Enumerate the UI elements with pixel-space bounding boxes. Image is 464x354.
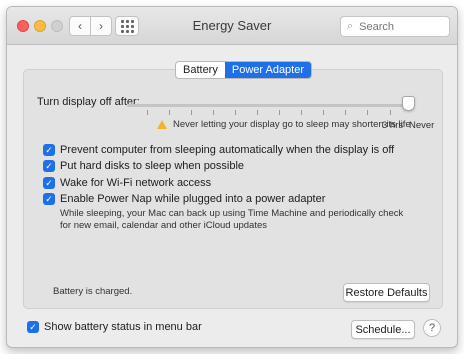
slider-tick <box>191 110 192 115</box>
slider-knob[interactable] <box>402 96 415 111</box>
slider-tick <box>390 110 391 115</box>
display-sleep-slider[interactable] <box>127 104 411 107</box>
power-nap-option[interactable]: ✓ Enable Power Nap while plugged into a … <box>43 193 325 205</box>
restore-defaults-button[interactable]: Restore Defaults <box>343 283 430 302</box>
slider-mark-3hrs: 3 hrs <box>382 120 404 131</box>
schedule-button[interactable]: Schedule... <box>351 320 415 339</box>
power-nap-description: While sleeping, your Mac can back up usi… <box>60 208 404 231</box>
disk-sleep-label: Put hard disks to sleep when possible <box>60 160 245 172</box>
slider-tick <box>301 110 302 115</box>
disk-sleep-option[interactable]: ✓ Put hard disks to sleep when possible <box>43 160 244 172</box>
warning-icon <box>157 120 167 129</box>
sleep-warning: Never letting your display go to sleep m… <box>157 119 411 130</box>
wake-wifi-option[interactable]: ✓ Wake for Wi-Fi network access <box>43 177 211 189</box>
help-button[interactable]: ? <box>423 319 441 337</box>
checkbox-checked-icon[interactable]: ✓ <box>43 193 55 205</box>
slider-tick <box>147 110 148 115</box>
checkbox-checked-icon[interactable]: ✓ <box>43 160 55 172</box>
battery-status-text: Battery is charged. <box>53 286 133 297</box>
prevent-sleep-label: Prevent computer from sleeping automatic… <box>60 144 395 156</box>
tab-battery[interactable]: Battery <box>176 62 225 78</box>
wake-wifi-label: Wake for Wi-Fi network access <box>60 177 212 189</box>
title-bar: ‹ › Energy Saver ⌕ <box>7 7 457 45</box>
slider-tick <box>323 110 324 115</box>
warning-text: Never letting your display go to sleep m… <box>173 119 411 130</box>
show-battery-status-option[interactable]: ✓ Show battery status in menu bar <box>27 321 202 333</box>
search-icon: ⌕ <box>347 20 354 32</box>
checkbox-checked-icon[interactable]: ✓ <box>27 321 39 333</box>
slider-tick <box>169 110 170 115</box>
power-nap-label: Enable Power Nap while plugged into a po… <box>60 193 326 205</box>
prevent-sleep-option[interactable]: ✓ Prevent computer from sleeping automat… <box>43 144 394 156</box>
tab-power-adapter[interactable]: Power Adapter <box>224 62 312 78</box>
search-field[interactable]: ⌕ <box>340 16 450 37</box>
slider-tick <box>213 110 214 115</box>
checkbox-checked-icon[interactable]: ✓ <box>43 144 55 156</box>
slider-tick <box>367 110 368 115</box>
energy-saver-window: ‹ › Energy Saver ⌕ Battery Power Adapter… <box>6 6 458 348</box>
display-sleep-label: Turn display off after: <box>37 96 140 108</box>
search-input[interactable] <box>357 19 438 34</box>
slider-tick <box>345 110 346 115</box>
checkbox-checked-icon[interactable]: ✓ <box>43 177 55 189</box>
slider-tick <box>279 110 280 115</box>
slider-tick <box>235 110 236 115</box>
slider-tick <box>257 110 258 115</box>
power-source-tabs: Battery Power Adapter <box>175 61 313 79</box>
slider-mark-never: Never <box>409 120 435 131</box>
show-battery-status-label: Show battery status in menu bar <box>44 321 202 333</box>
